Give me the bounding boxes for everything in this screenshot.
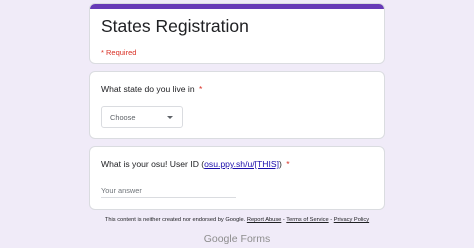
form-header-card: States Registration * Required — [89, 3, 385, 64]
question-card-state: What state do you live in * Choose — [89, 71, 385, 139]
required-note: * Required — [101, 48, 137, 57]
form-title: States Registration — [101, 16, 249, 36]
logo-google-text: Google — [203, 233, 238, 245]
question-text-suffix: ) — [279, 159, 282, 169]
logo-forms-text: Forms — [240, 233, 271, 245]
state-dropdown[interactable]: Choose — [101, 106, 183, 128]
question-card-user-id: What is your osu! User ID (osu.ppy.sh/u/… — [89, 146, 385, 210]
terms-of-service-link[interactable]: Terms of Service — [286, 217, 328, 223]
question-text-prefix: What is your osu! User ID ( — [101, 159, 205, 169]
google-forms-logo[interactable]: Google Forms — [0, 233, 474, 245]
required-asterisk: * — [199, 84, 203, 94]
user-id-answer-input[interactable] — [101, 183, 236, 198]
disclaimer-text: This content is neither created nor endo… — [104, 217, 246, 223]
footer-disclaimer: This content is neither created nor endo… — [0, 217, 474, 223]
question-text: What state do you live in — [101, 84, 195, 94]
dropdown-arrow-icon — [167, 116, 173, 119]
dropdown-selected-value: Choose — [110, 113, 136, 122]
question-title-state: What state do you live in * — [101, 84, 202, 94]
header-accent-bar — [90, 4, 384, 9]
privacy-policy-link[interactable]: Privacy Policy — [334, 217, 369, 223]
question-title-user-id: What is your osu! User ID (osu.ppy.sh/u/… — [101, 159, 290, 169]
required-asterisk: * — [286, 159, 290, 169]
profile-link[interactable]: osu.ppy.sh/u/[THIS] — [204, 159, 279, 169]
report-abuse-link[interactable]: Report Abuse — [247, 217, 281, 223]
